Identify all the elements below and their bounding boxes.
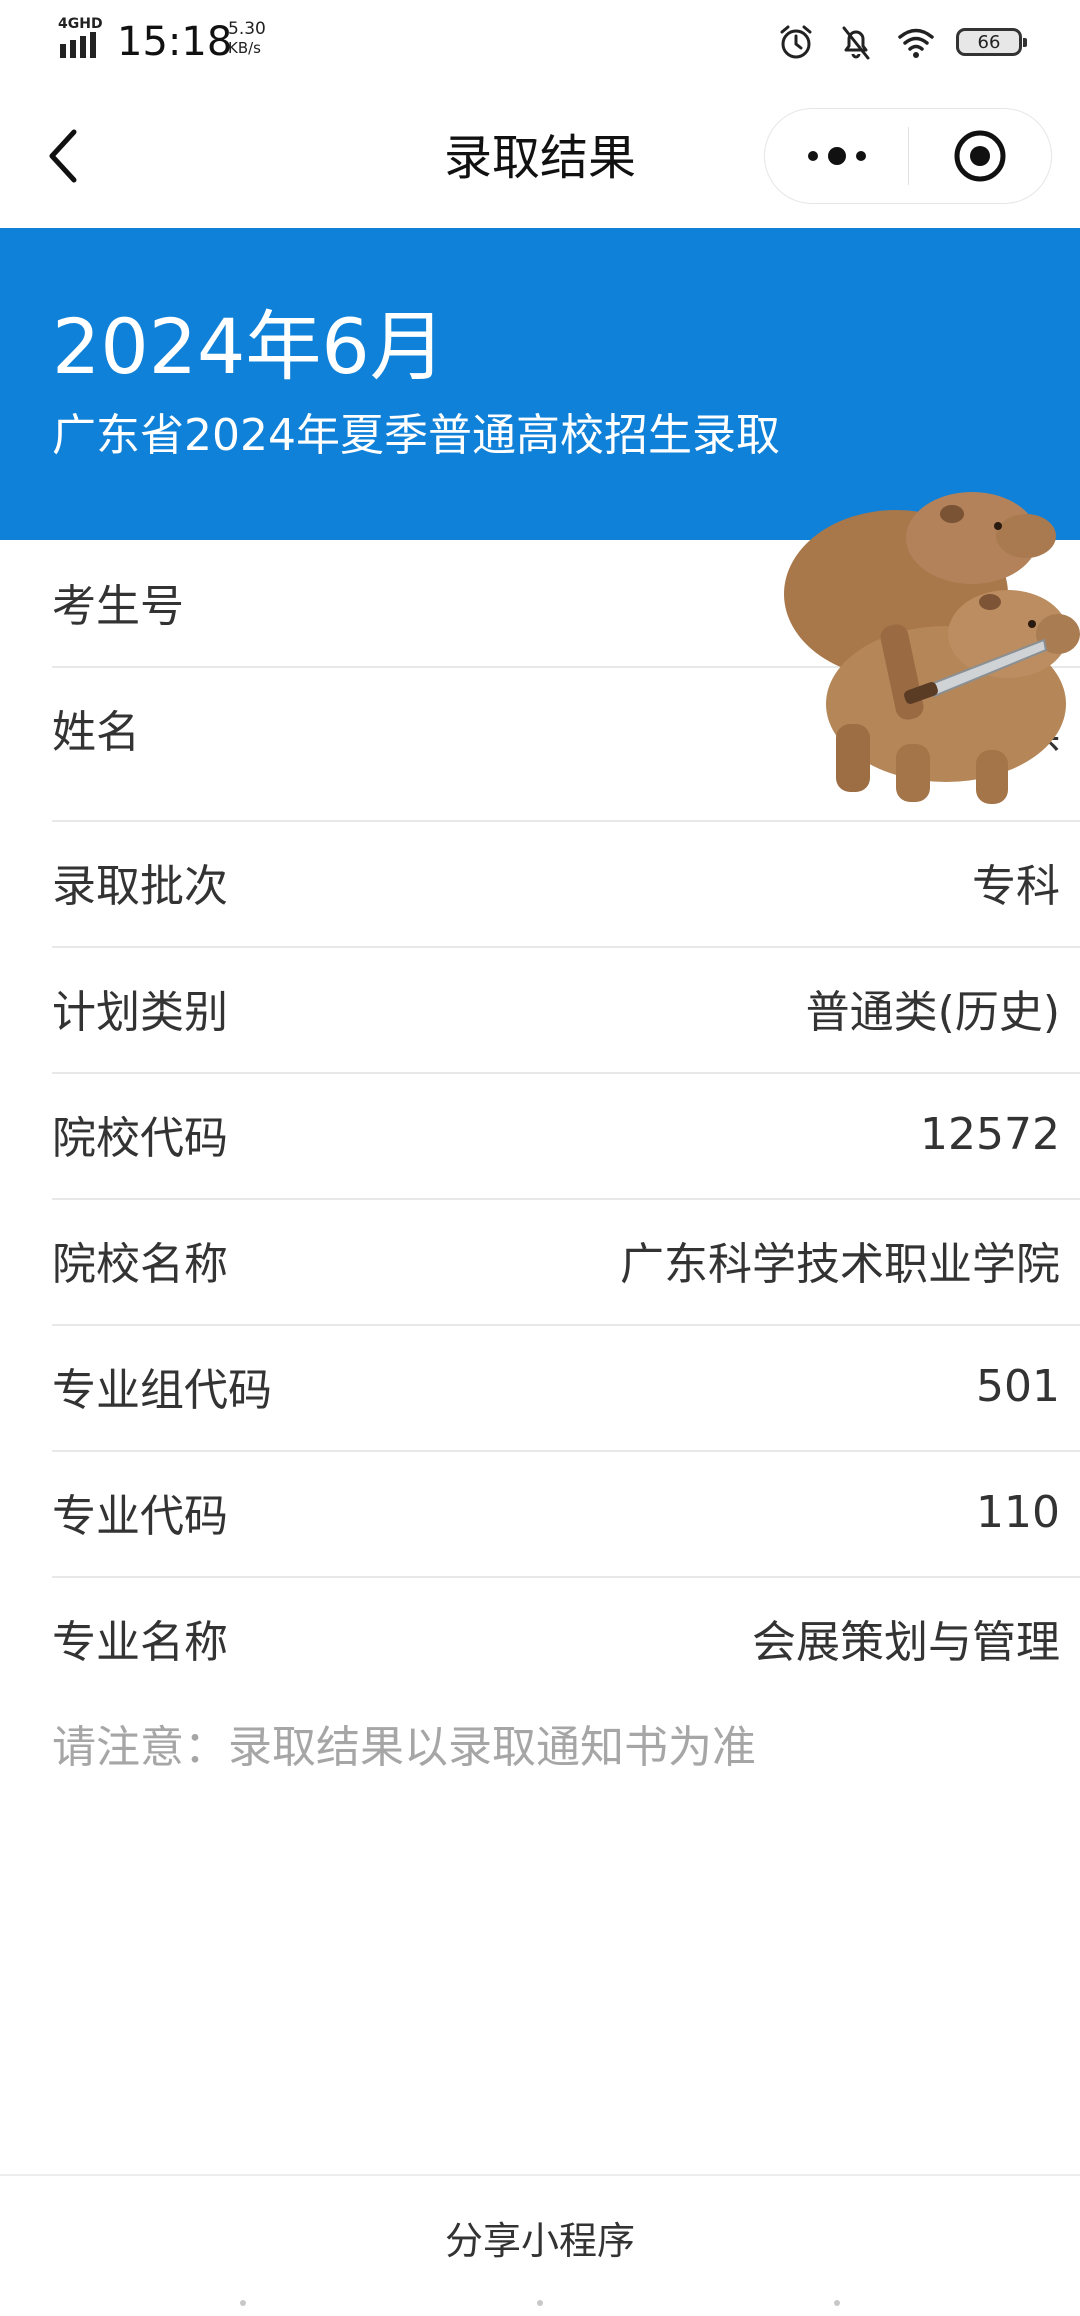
back-button[interactable] [40,120,96,192]
row-value: 110 [976,1486,1060,1538]
share-mini-program-button[interactable]: 分享小程序 [0,2216,1080,2266]
row-label: 姓名 [52,707,140,758]
row-divider [52,946,1080,948]
row-plan-category: 计划类别 普通类(历史) [52,968,1080,1048]
row-label: 院校代码 [52,1113,228,1164]
row-divider [52,1072,1080,1074]
row-value: 12572 [920,1108,1060,1160]
row-school-code: 院校代码 12572 [52,1094,1080,1174]
close-target-icon [954,130,1006,182]
nav-bar: 录取结果 [0,84,1080,228]
network-speed: 5.30 KB/s [228,20,278,58]
row-value: 广东科学技术职业学院 [620,1239,1060,1290]
row-major-code: 专业代码 110 [52,1472,1080,1552]
banner-subtitle: 广东省2024年夏季普通高校招生录取 [52,410,780,461]
notice-text: 请注意：录取结果以录取通知书为准 [52,1722,756,1773]
status-bar: 4GHD 15:18 5.30 KB/s 66 [0,0,1080,84]
row-label: 计划类别 [52,987,228,1038]
row-label: 专业代码 [52,1491,228,1542]
row-value: 会展策划与管理 [752,1617,1060,1668]
status-icons: 66 [776,18,1027,66]
more-dots-icon [807,147,866,165]
row-school-name: 院校名称 广东科学技术职业学院 [52,1220,1080,1300]
close-button[interactable] [909,108,1051,204]
row-major-name: 专业名称 会展策划与管理 [52,1598,1080,1678]
alarm-icon [780,25,812,59]
row-divider [52,1198,1080,1200]
capybara-sticker [784,492,1080,804]
more-button[interactable] [765,108,908,204]
indicator-dot [240,2300,246,2306]
row-label: 专业名称 [52,1617,228,1668]
row-batch: 录取批次 专科 [52,842,1080,922]
speed-unit: KB/s [228,39,261,57]
back-chevron-icon [49,129,77,183]
status-time: 15:18 [117,19,233,65]
bottom-divider [0,2174,1080,2176]
row-divider [52,1576,1080,1578]
mini-program-capsule [764,108,1052,204]
row-label: 专业组代码 [52,1365,272,1416]
indicator-dot [537,2300,543,2306]
row-divider [52,1450,1080,1452]
mute-bell-icon [842,26,870,60]
row-divider [52,1324,1080,1326]
wifi-icon [898,28,934,58]
row-major-group-code: 专业组代码 501 [52,1346,1080,1426]
indicator-dot [834,2300,840,2306]
row-label: 录取批次 [52,861,228,912]
speed-value: 5.30 [228,19,266,39]
row-value: 专科 [972,861,1060,912]
battery-icon: 66 [956,28,1027,56]
banner-date: 2024年6月 [52,302,446,391]
signal-icon [60,32,96,58]
row-label: 院校名称 [52,1239,228,1290]
row-divider [52,820,1080,822]
row-label: 考生号 [52,581,184,632]
row-value: 501 [976,1360,1060,1412]
row-value: 普通类(历史) [805,987,1060,1038]
